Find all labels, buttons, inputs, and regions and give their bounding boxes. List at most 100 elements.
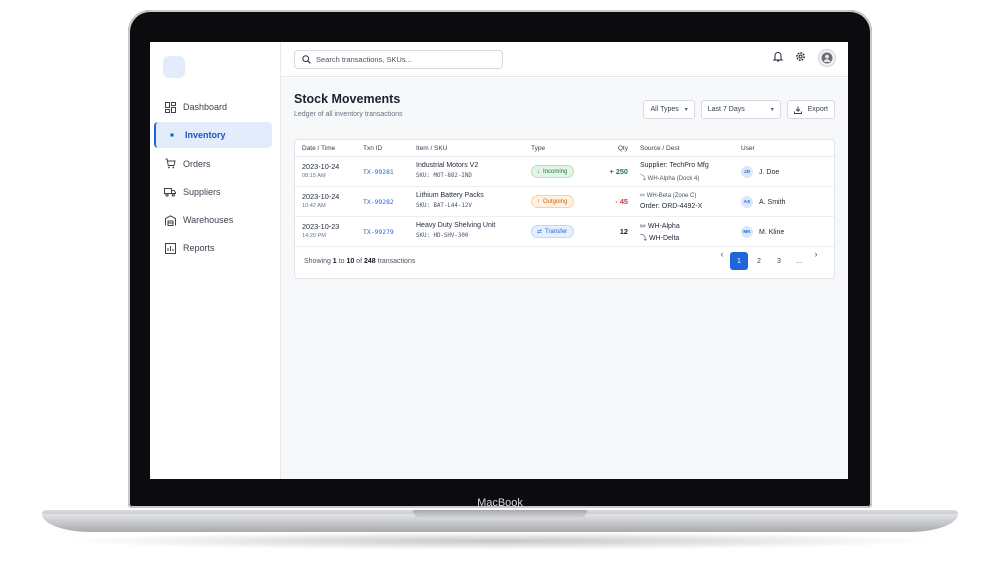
arrow-up-icon: ↑ xyxy=(537,198,540,205)
row-item-name: Heavy Duty Shelving Unit xyxy=(416,222,496,229)
row-user-name: J. Doe xyxy=(759,168,780,176)
row-qty: + 250 xyxy=(609,167,628,176)
topbar: Search transactions, SKUs... xyxy=(281,42,848,77)
row-item-name: Lithium Battery Packs xyxy=(416,192,484,199)
page-button-2[interactable]: 2 xyxy=(750,252,768,270)
export-button[interactable]: Export xyxy=(786,100,835,119)
summary-suffix: transactions xyxy=(375,258,416,265)
row-destination: Order: ORD-4492-X xyxy=(640,203,703,210)
row-sku: SKU: HD-SHV-300 xyxy=(416,233,469,239)
status-badge: ↓ Incoming xyxy=(531,165,575,178)
column-header-user[interactable]: User xyxy=(741,145,755,152)
row-time: 10:42 AM xyxy=(302,203,326,209)
row-source: ⇰ WH-Alpha xyxy=(640,222,680,230)
type-filter-select[interactable]: All Types ▾ xyxy=(643,100,695,119)
column-header-item[interactable]: Item / SKU xyxy=(416,145,447,152)
download-icon xyxy=(793,106,802,114)
chevron-left-icon[interactable]: ‹ xyxy=(716,248,728,260)
sidebar-item-warehouses[interactable]: Warehouses xyxy=(154,207,272,233)
row-user: MK M. Kline xyxy=(741,226,784,238)
transactions-table: Date / Time Txn ID Item / SKU Type Qty S… xyxy=(294,139,835,279)
type-filter-value: All Types xyxy=(650,106,679,113)
sidebar-item-reports[interactable]: Reports xyxy=(154,235,272,261)
sidebar-nav: Dashboard Inventory Orders Suppliers War… xyxy=(154,94,272,264)
pagination-summary: Showing 1 to 10 of 248 transactions xyxy=(304,258,415,265)
summary-total: 248 xyxy=(363,258,376,265)
chevron-right-icon[interactable]: › xyxy=(810,248,822,260)
sidebar-item-dashboard[interactable]: Dashboard xyxy=(154,94,272,120)
sidebar-item-label: Suppliers xyxy=(183,186,221,197)
sidebar-item-label: Dashboard xyxy=(183,102,228,112)
table-footer: Showing 1 to 10 of 248 transactions ‹ 1 … xyxy=(295,246,834,280)
date-range-value: Last 7 Days xyxy=(707,106,745,113)
status-badge: ↑ Outgoing xyxy=(531,195,575,208)
row-user: AS A. Smith xyxy=(741,196,785,208)
status-badge-label: Incoming xyxy=(543,168,568,175)
column-header-txn[interactable]: Txn ID xyxy=(363,145,382,152)
row-date: 2023-10-24 xyxy=(302,162,340,171)
main-content: Stock Movements Ledger of all inventory … xyxy=(281,78,848,479)
table-row[interactable]: 2023-10-24 10:42 AM TX-99282 Lithium Bat… xyxy=(295,187,834,217)
row-time: 14:20 PM xyxy=(302,233,326,239)
column-header-qty[interactable]: Qty xyxy=(595,145,628,152)
page-ellipsis: ... xyxy=(796,257,802,265)
column-header-source[interactable]: Source / Dest xyxy=(640,145,679,152)
page-subtitle: Ledger of all inventory transactions xyxy=(294,111,403,118)
page-title: Stock Movements xyxy=(294,92,401,106)
reports-icon xyxy=(163,241,177,255)
app-screen: Dashboard Inventory Orders Suppliers War… xyxy=(150,42,848,479)
truck-icon xyxy=(163,185,177,199)
page-button-1[interactable]: 1 xyxy=(730,252,748,270)
column-header-type[interactable]: Type xyxy=(531,145,545,152)
row-item-name: Industrial Motors V2 xyxy=(416,162,479,169)
txn-id-link[interactable]: TX-99282 xyxy=(363,198,394,206)
avatar-icon xyxy=(821,52,833,64)
row-sku: SKU: MOT-882-IND xyxy=(416,173,472,179)
bell-icon[interactable] xyxy=(772,49,784,67)
column-header-date[interactable]: Date / Time xyxy=(302,145,335,152)
status-badge-label: Outgoing xyxy=(543,198,568,205)
sidebar-item-label: Inventory xyxy=(185,130,226,141)
sidebar-item-orders[interactable]: Orders xyxy=(154,151,272,177)
login-arrow-icon: ⤵ xyxy=(640,235,649,242)
row-qty: 12 xyxy=(619,227,628,236)
avatar: JD xyxy=(741,166,753,178)
user-avatar[interactable] xyxy=(818,49,836,67)
row-source-text: WH-Alpha xyxy=(647,223,680,230)
sidebar-item-label: Warehouses xyxy=(183,215,234,226)
chevron-down-icon: ▾ xyxy=(770,107,774,113)
arrow-down-icon: ↓ xyxy=(537,168,540,175)
dashboard-icon xyxy=(163,100,177,114)
row-destination: ⤵ WH-Alpha (Dock 4) xyxy=(640,173,699,182)
sidebar: Dashboard Inventory Orders Suppliers War… xyxy=(150,42,281,479)
search-input[interactable]: Search transactions, SKUs... xyxy=(294,50,503,69)
table-row[interactable]: 2023-10-23 14:20 PM TX-99279 Heavy Duty … xyxy=(295,217,834,247)
row-date: 2023-10-23 xyxy=(302,222,340,231)
laptop-notch xyxy=(413,510,587,518)
avatar: AS xyxy=(741,196,753,208)
sidebar-item-label: Reports xyxy=(183,243,215,254)
summary-of-word: of xyxy=(354,258,364,265)
txn-id-link[interactable]: TX-99281 xyxy=(363,168,394,176)
date-range-select[interactable]: Last 7 Days ▾ xyxy=(700,100,781,119)
page-button-3[interactable]: 3 xyxy=(770,252,788,270)
logout-arrow-icon: ⇰ xyxy=(640,193,647,199)
search-placeholder: Search transactions, SKUs... xyxy=(316,55,412,64)
txn-id-link[interactable]: TX-99279 xyxy=(363,228,394,236)
filter-bar: All Types ▾ Last 7 Days ▾ Export xyxy=(643,100,835,119)
sidebar-item-suppliers[interactable]: Suppliers xyxy=(154,179,272,205)
gear-icon[interactable] xyxy=(795,49,806,67)
row-qty: - 45 xyxy=(615,197,628,206)
avatar: MK xyxy=(741,226,753,238)
sidebar-item-inventory[interactable]: Inventory xyxy=(154,122,272,149)
logout-arrow-icon: ⇰ xyxy=(640,223,648,230)
export-label: Export xyxy=(807,106,828,113)
pagination: ‹ 1 2 3 ... › xyxy=(716,249,822,270)
row-sku: SKU: BAT-L44-12V xyxy=(416,203,472,209)
row-destination-text: WH-Alpha (Dock 4) xyxy=(647,176,700,182)
row-user-name: A. Smith xyxy=(759,198,786,206)
row-user-name: M. Kline xyxy=(759,228,785,236)
table-row[interactable]: 2023-10-24 08:15 AM TX-99281 Industrial … xyxy=(295,157,834,187)
chevron-down-icon: ▾ xyxy=(684,107,688,113)
row-destination-text: WH-Delta xyxy=(648,235,680,242)
